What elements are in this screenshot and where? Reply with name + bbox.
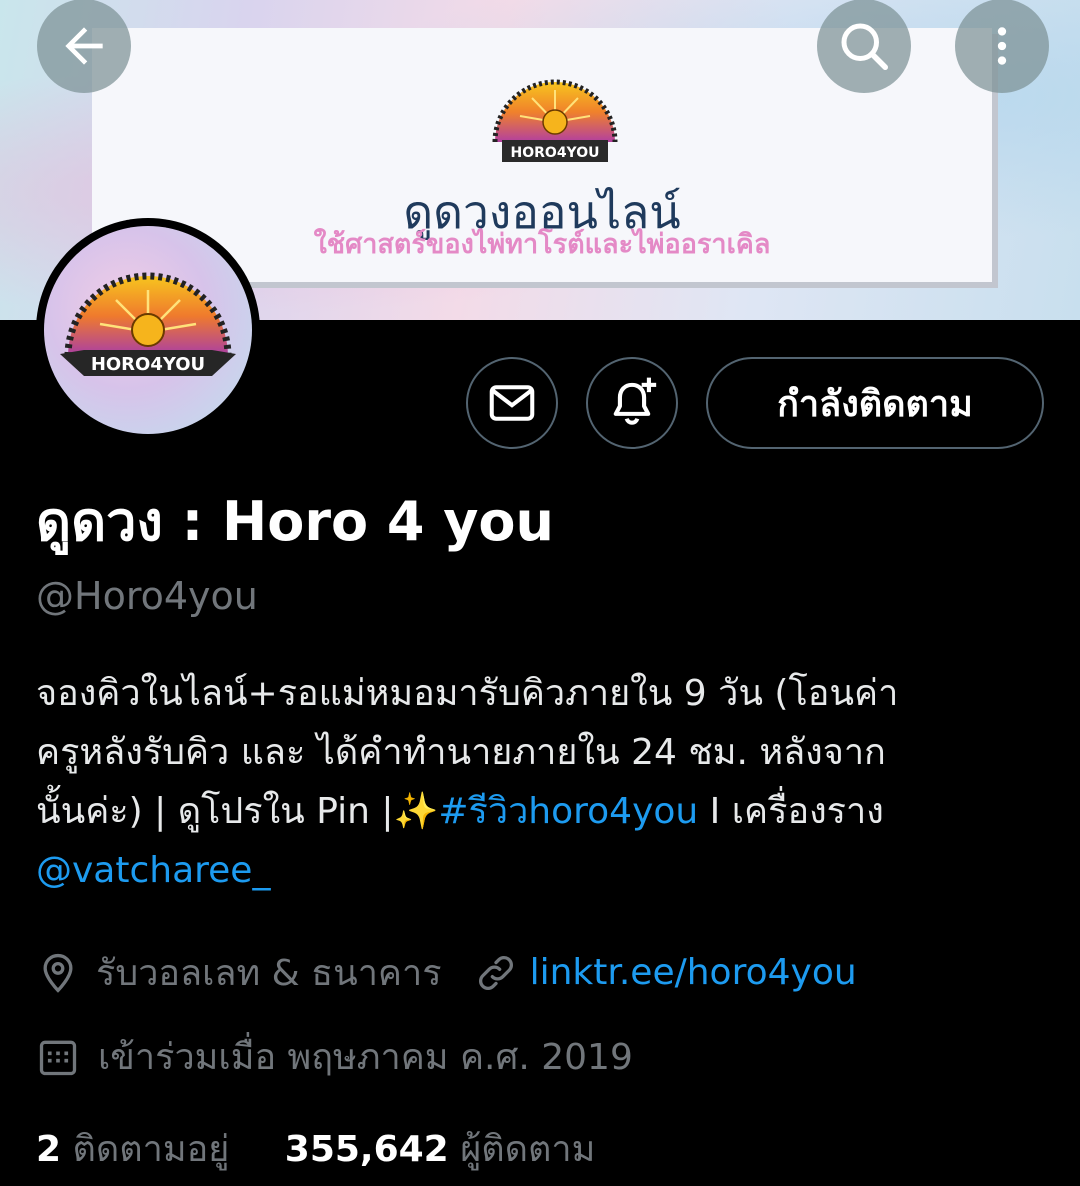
mention-link[interactable]: @vatcharee_: [36, 850, 270, 891]
user-handle: @Horo4you: [36, 574, 258, 618]
horo4you-avatar-logo: HORO4YOU: [60, 272, 236, 376]
hashtag-link[interactable]: #รีวิวhoro4you: [438, 791, 698, 832]
following-count-link[interactable]: 2 ติดตามอยู่: [36, 1129, 229, 1170]
bio-line-4: @vatcharee_: [36, 841, 1046, 900]
profile-meta-location-row: รับวอลเลท & ธนาคาร linktr.ee/horo4you: [36, 944, 857, 1001]
followers-count-link[interactable]: 355,642 ผู้ติดตาม: [285, 1129, 596, 1170]
sparkles-emoji: ✨: [393, 791, 439, 832]
bio-line-3: นั้นค่ะ) | ดูโปรใน Pin |✨#รีวิวhoro4you …: [36, 782, 1046, 841]
profile-bio: จองคิวในไลน์+รอแม่หมอมารับคิวภายใน 9 วัน…: [36, 664, 1046, 900]
arrow-left-icon: [65, 27, 103, 65]
following-label: ติดตามอยู่: [72, 1129, 230, 1170]
search-icon: [841, 23, 888, 70]
more-vertical-icon: [997, 27, 1007, 65]
link-icon: [478, 955, 513, 990]
more-options-button[interactable]: [955, 0, 1049, 93]
bio-line-2: ครูหลังรับคิว และ ได้คำทำนายภายใน 24 ชม.…: [36, 732, 886, 773]
bio-text: นั้นค่ะ) | ดูโปรใน Pin |: [36, 791, 394, 832]
banner-logo-text: HORO4YOU: [511, 145, 600, 161]
profile-avatar[interactable]: HORO4YOU: [36, 218, 260, 442]
joined-text: เข้าร่วมเมื่อ พฤษภาคม ค.ศ. 2019: [98, 1037, 633, 1078]
bell-plus-icon: [613, 377, 657, 425]
avatar-logo-text: HORO4YOU: [91, 354, 205, 375]
followers-label: ผู้ติดตาม: [460, 1129, 596, 1170]
following-count: 2: [36, 1129, 62, 1170]
horo4you-logo: HORO4YOU: [492, 79, 618, 162]
notifications-button[interactable]: [586, 357, 678, 449]
mail-icon: [489, 385, 535, 421]
location-pin-icon: [43, 953, 73, 993]
profile-meta-joined-row: เข้าร่วมเมื่อ พฤษภาคม ค.ศ. 2019: [36, 1028, 633, 1085]
bio-tail-text: I เครื่องราง: [698, 791, 884, 832]
message-button[interactable]: [466, 357, 558, 449]
back-button[interactable]: [37, 0, 131, 93]
location-text: รับวอลเลท & ธนาคาร: [96, 953, 442, 994]
search-button[interactable]: [817, 0, 911, 93]
display-name: ดูดวง : Horo 4 you: [36, 490, 554, 553]
avatar-image: HORO4YOU: [44, 226, 252, 434]
followers-count: 355,642: [284, 1129, 449, 1170]
following-button[interactable]: กำลังติดตาม: [706, 357, 1044, 449]
follow-counts: 2 ติดตามอยู่ 355,642 ผู้ติดตาม: [36, 1120, 595, 1177]
bio-line-1: จองคิวในไลน์+รอแม่หมอมารับคิวภายใน 9 วัน…: [36, 673, 899, 714]
calendar-icon: [39, 1040, 77, 1075]
website-link[interactable]: linktr.ee/horo4you: [530, 952, 857, 993]
